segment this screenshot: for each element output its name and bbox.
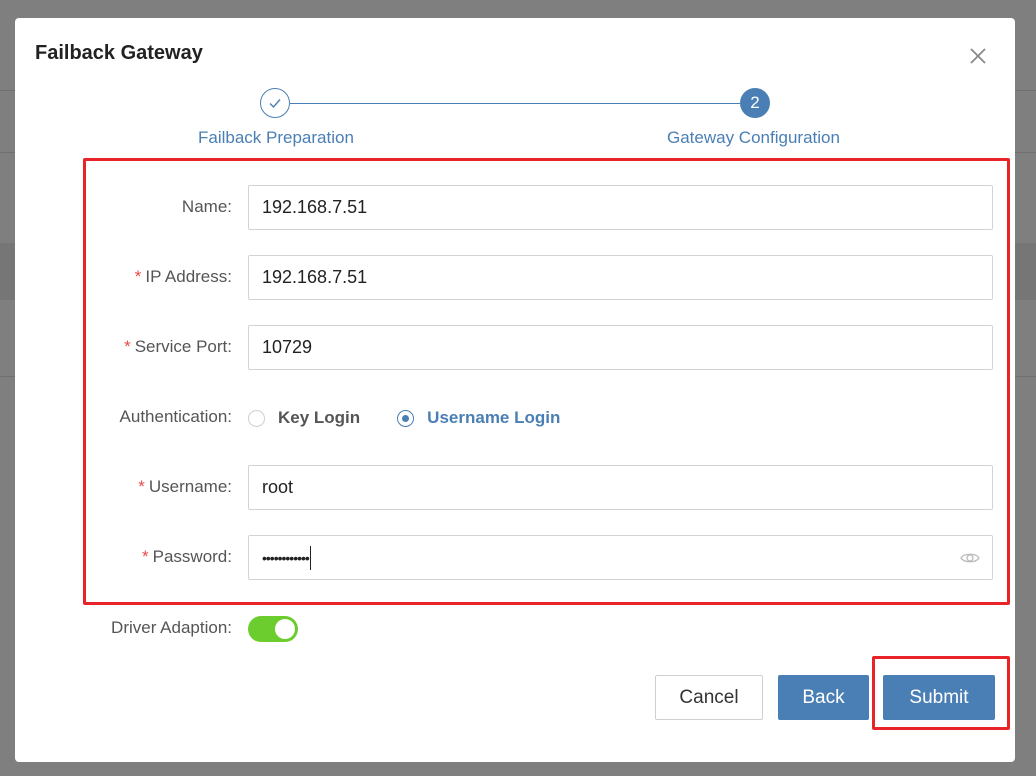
- authentication-radio-group: Key Login Username Login: [248, 408, 597, 428]
- step-connector: [290, 103, 740, 104]
- service-port-input[interactable]: 10729: [248, 325, 993, 370]
- service-port-label: * Service Port:: [124, 337, 232, 356]
- ip-address-input[interactable]: 192.168.7.51: [248, 255, 993, 300]
- service-port-value: 10729: [262, 337, 313, 357]
- radio-key-login-label: Key Login: [278, 408, 361, 427]
- driver-adaption-toggle[interactable]: [248, 616, 298, 642]
- eye-icon[interactable]: [960, 550, 980, 566]
- toggle-knob: [275, 619, 295, 639]
- dialog-title: Failback Gateway: [35, 42, 203, 64]
- radio-unchecked-icon: [248, 409, 265, 427]
- name-input[interactable]: 192.168.7.51: [248, 185, 993, 230]
- username-input[interactable]: root: [248, 465, 993, 510]
- driver-adaption-label: Driver Adaption:: [111, 618, 232, 637]
- password-label: * Password:: [142, 547, 232, 566]
- step-active-number: 2: [740, 88, 770, 118]
- failback-gateway-dialog: Failback Gateway 2 Failback Preparation …: [15, 18, 1015, 762]
- name-label: Name:: [181, 197, 232, 216]
- required-mark: *: [142, 547, 149, 566]
- submit-button[interactable]: Submit: [883, 675, 995, 720]
- radio-username-login[interactable]: Username Login: [397, 408, 560, 428]
- password-masked-value: ••••••••••••: [262, 549, 310, 566]
- step-label-failback-preparation: Failback Preparation: [198, 128, 354, 147]
- back-button[interactable]: Back: [778, 675, 869, 720]
- password-input[interactable]: ••••••••••••: [248, 535, 993, 580]
- text-caret: [309, 545, 312, 570]
- required-mark: *: [138, 477, 145, 496]
- ip-address-label: * IP Address:: [134, 267, 232, 286]
- close-icon[interactable]: [965, 43, 991, 69]
- required-mark: *: [124, 337, 131, 356]
- step-label-gateway-configuration: Gateway Configuration: [667, 128, 840, 147]
- username-value: root: [262, 477, 294, 497]
- name-value: 192.168.7.51: [262, 197, 368, 217]
- step-completed-check-icon: [260, 88, 290, 118]
- username-label: * Username:: [138, 477, 232, 496]
- ip-address-value: 192.168.7.51: [262, 267, 368, 287]
- radio-username-login-label: Username Login: [427, 408, 561, 427]
- required-mark: *: [134, 267, 142, 286]
- radio-checked-icon: [397, 409, 415, 427]
- radio-key-login[interactable]: Key Login: [248, 408, 360, 428]
- cancel-button[interactable]: Cancel: [655, 675, 763, 720]
- authentication-label: Authentication:: [119, 407, 232, 426]
